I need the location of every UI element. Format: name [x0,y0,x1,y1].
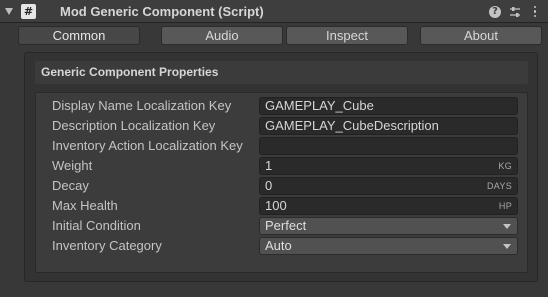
weight-value: 1 [265,158,273,173]
max-health-unit: HP [498,201,512,211]
weight-field[interactable]: 1 KG [259,157,518,175]
display-name-key-field[interactable]: GAMEPLAY_Cube [259,97,518,115]
inventory-category-value: Auto [265,238,292,253]
chevron-down-icon [503,224,511,229]
weight-unit: KG [498,161,512,171]
decay-value: 0 [265,178,273,193]
initial-condition-dropdown[interactable]: Perfect [259,217,518,235]
tab-audio[interactable]: Audio [161,26,283,45]
tab-common[interactable]: Common [18,26,140,45]
help-glyph: ? [489,5,501,18]
script-icon: # [21,4,36,19]
decay-label: Decay [52,178,89,193]
description-key-field[interactable]: GAMEPLAY_CubeDescription [259,117,518,135]
decay-field[interactable]: 0 DAYS [259,177,518,195]
preset-settings-icon[interactable] [508,3,522,20]
max-health-value: 100 [265,198,287,213]
max-health-field[interactable]: 100 HP [259,197,518,215]
tab-about[interactable]: About [420,26,542,45]
max-health-label: Max Health [52,198,118,213]
help-icon[interactable]: ? [488,3,502,20]
initial-condition-value: Perfect [265,218,307,233]
component-header[interactable]: # Mod Generic Component (Script) ? [0,0,548,23]
tab-inspect[interactable]: Inspect [286,26,408,45]
chevron-down-icon [503,244,511,249]
inventory-action-key-field[interactable] [259,137,518,155]
weight-label: Weight [52,158,93,173]
kebab-menu-icon[interactable] [528,3,542,20]
display-name-key-label: Display Name Localization Key [52,98,232,113]
inventory-category-dropdown[interactable]: Auto [259,237,518,255]
component-title: Mod Generic Component (Script) [60,4,264,19]
decay-unit: DAYS [486,181,512,191]
inventory-action-key-label: Inventory Action Localization Key [52,138,243,153]
initial-condition-label: Initial Condition [52,218,141,233]
section-title: Generic Component Properties [35,61,528,84]
inventory-category-label: Inventory Category [52,238,162,253]
foldout-arrow-icon[interactable] [5,8,13,15]
description-key-label: Description Localization Key [52,118,216,133]
